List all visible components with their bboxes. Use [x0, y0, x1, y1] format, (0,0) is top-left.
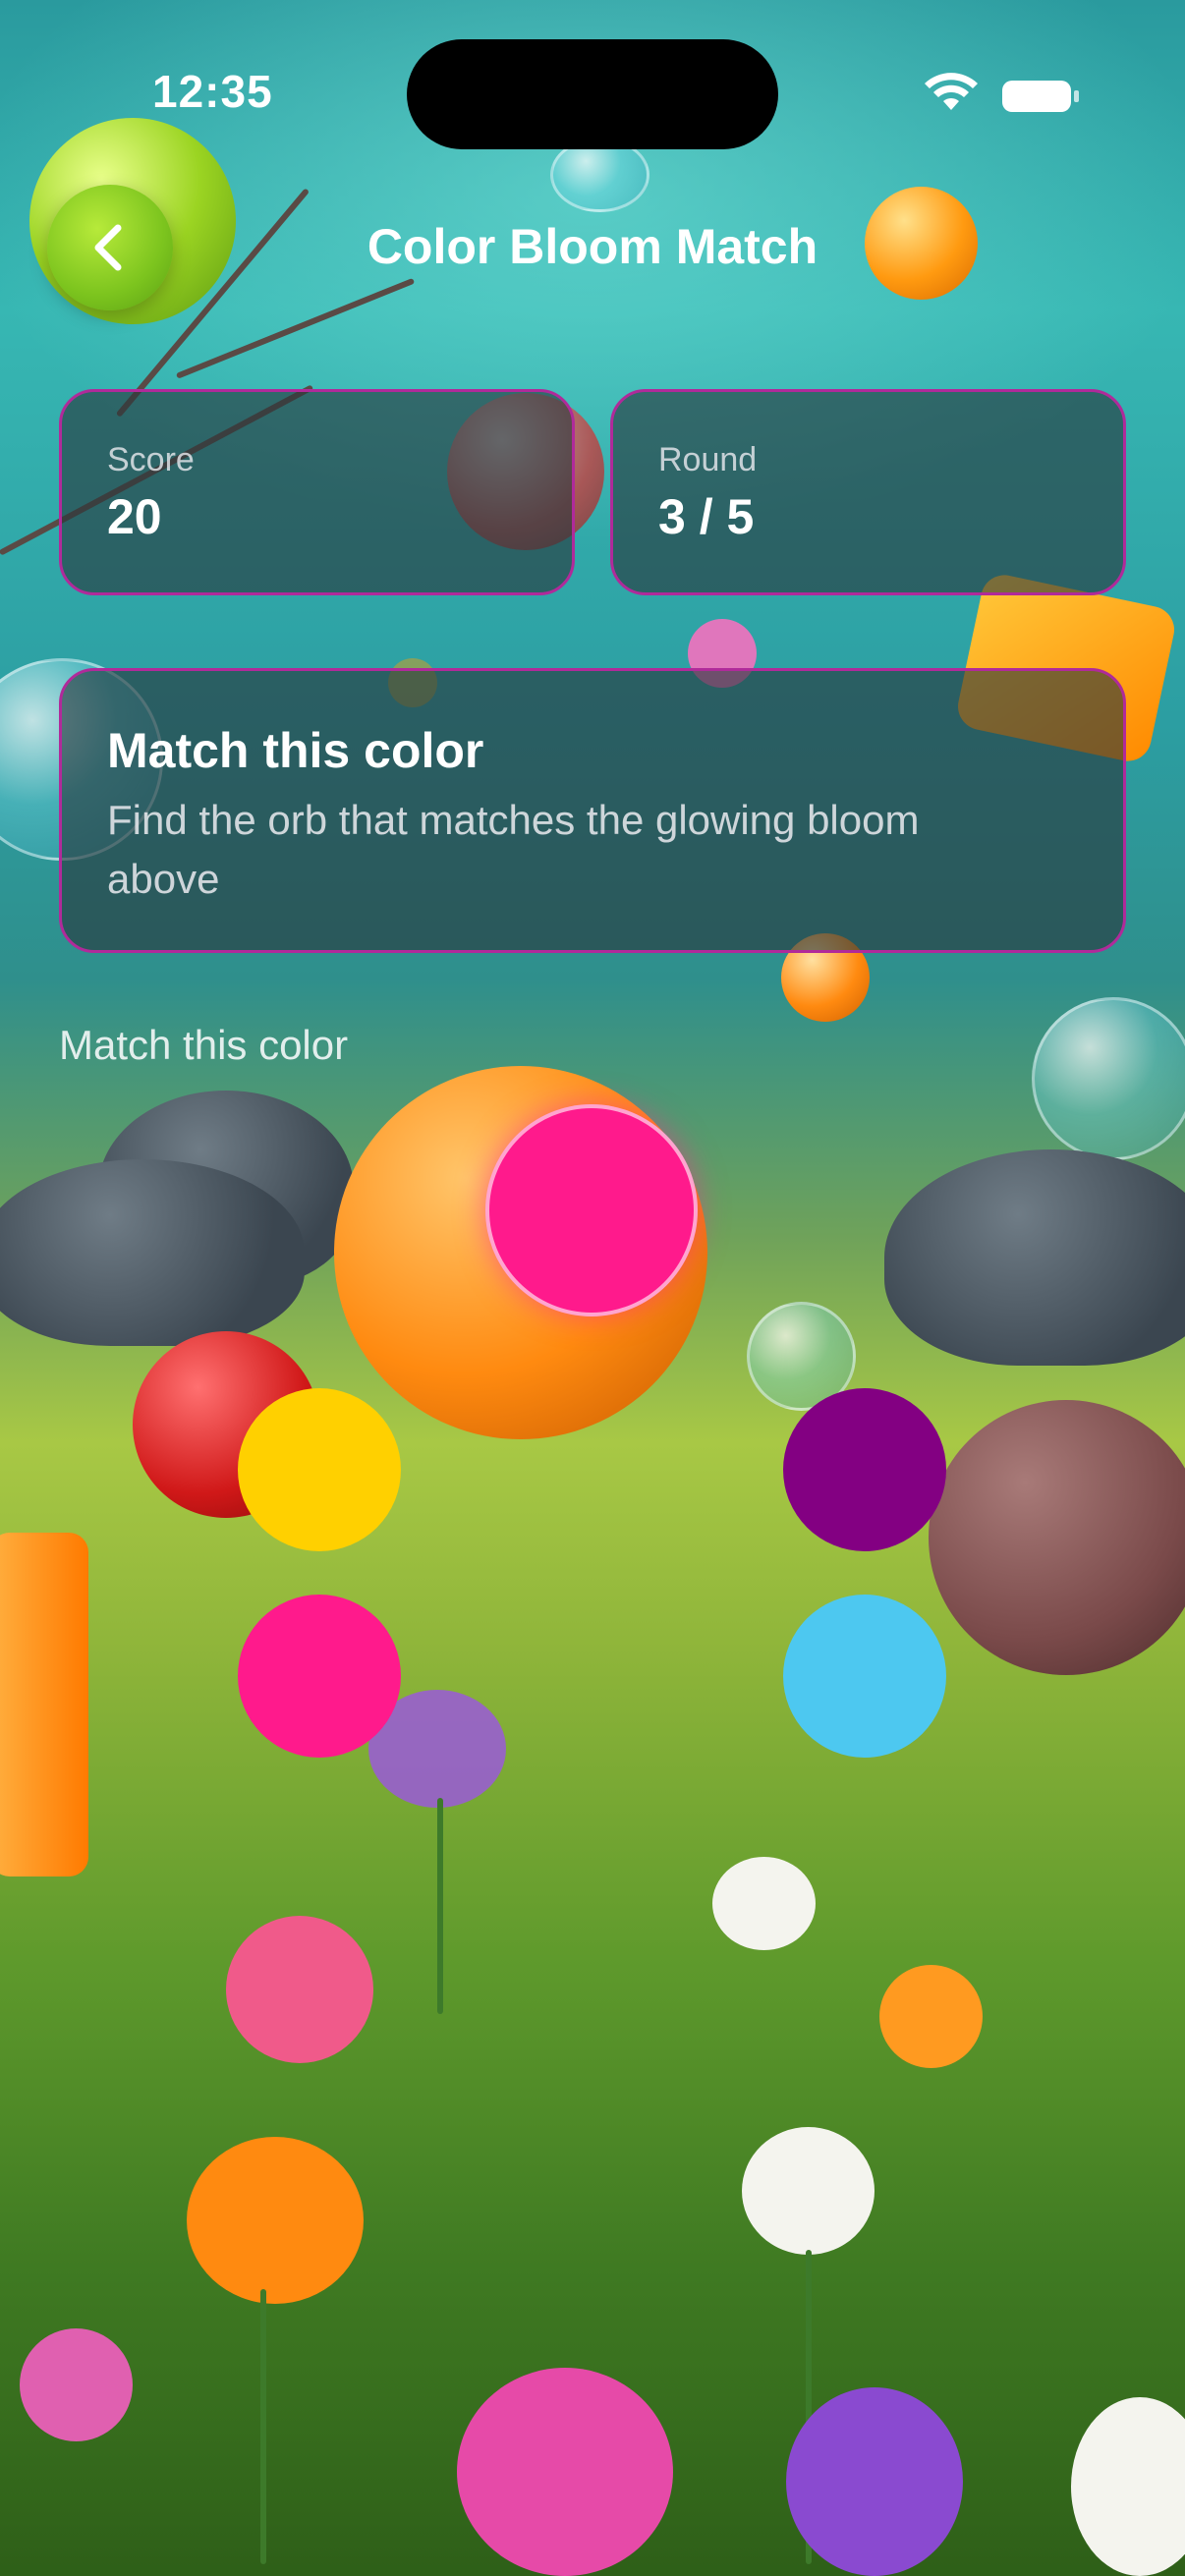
dynamic-island [407, 39, 778, 149]
orb-purple[interactable] [783, 1388, 946, 1551]
wifi-icon [925, 73, 978, 110]
round-label: Round [658, 441, 758, 478]
score-value: 20 [107, 489, 162, 544]
orb-pink[interactable] [238, 1595, 401, 1758]
score-card: Score 20 [59, 389, 575, 595]
status-time: 12:35 [152, 66, 273, 117]
score-label: Score [107, 441, 195, 478]
game-screen: 12:35 Color Bloom Match Score 20 Round 3… [0, 0, 1185, 2576]
round-value: 3 / 5 [658, 489, 755, 544]
target-bloom [485, 1104, 698, 1316]
instruction-card: Match this color Find the orb that match… [59, 668, 1126, 953]
battery-icon [1002, 81, 1079, 112]
orb-yellow[interactable] [238, 1388, 401, 1551]
instruction-title: Match this color [107, 723, 484, 778]
orb-sky-blue[interactable] [783, 1595, 946, 1758]
instruction-text: Find the orb that matches the glowing bl… [107, 797, 920, 902]
round-card: Round 3 / 5 [610, 389, 1126, 595]
target-label: Match this color [59, 1022, 349, 1068]
page-title: Color Bloom Match [367, 219, 818, 274]
